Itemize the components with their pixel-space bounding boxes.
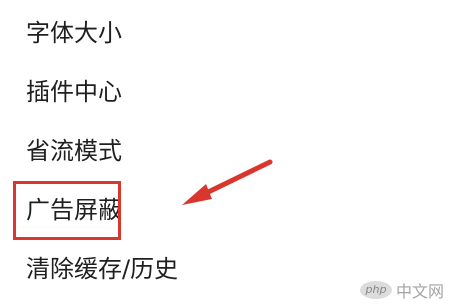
menu-item-label: 插件中心 (26, 78, 122, 106)
menu-item-label: 广告屏蔽 (26, 196, 122, 224)
menu-item-label: 字体大小 (26, 19, 122, 47)
menu-item-label: 省流模式 (26, 137, 122, 165)
menu-item-font-size[interactable]: 字体大小 (0, 4, 450, 62)
menu-item-ad-block[interactable]: 广告屏蔽 (0, 181, 450, 239)
menu-item-plugin-center[interactable]: 插件中心 (0, 63, 450, 121)
menu-item-label: 清除缓存/历史 (26, 255, 179, 283)
menu-item-data-saver[interactable]: 省流模式 (0, 122, 450, 180)
php-logo-icon: php (359, 281, 392, 299)
watermark-text: 中文网 (395, 282, 444, 301)
settings-menu: 字体大小 插件中心 省流模式 广告屏蔽 清除缓存/历史 (0, 0, 450, 306)
watermark: php 中文网 (359, 278, 444, 302)
